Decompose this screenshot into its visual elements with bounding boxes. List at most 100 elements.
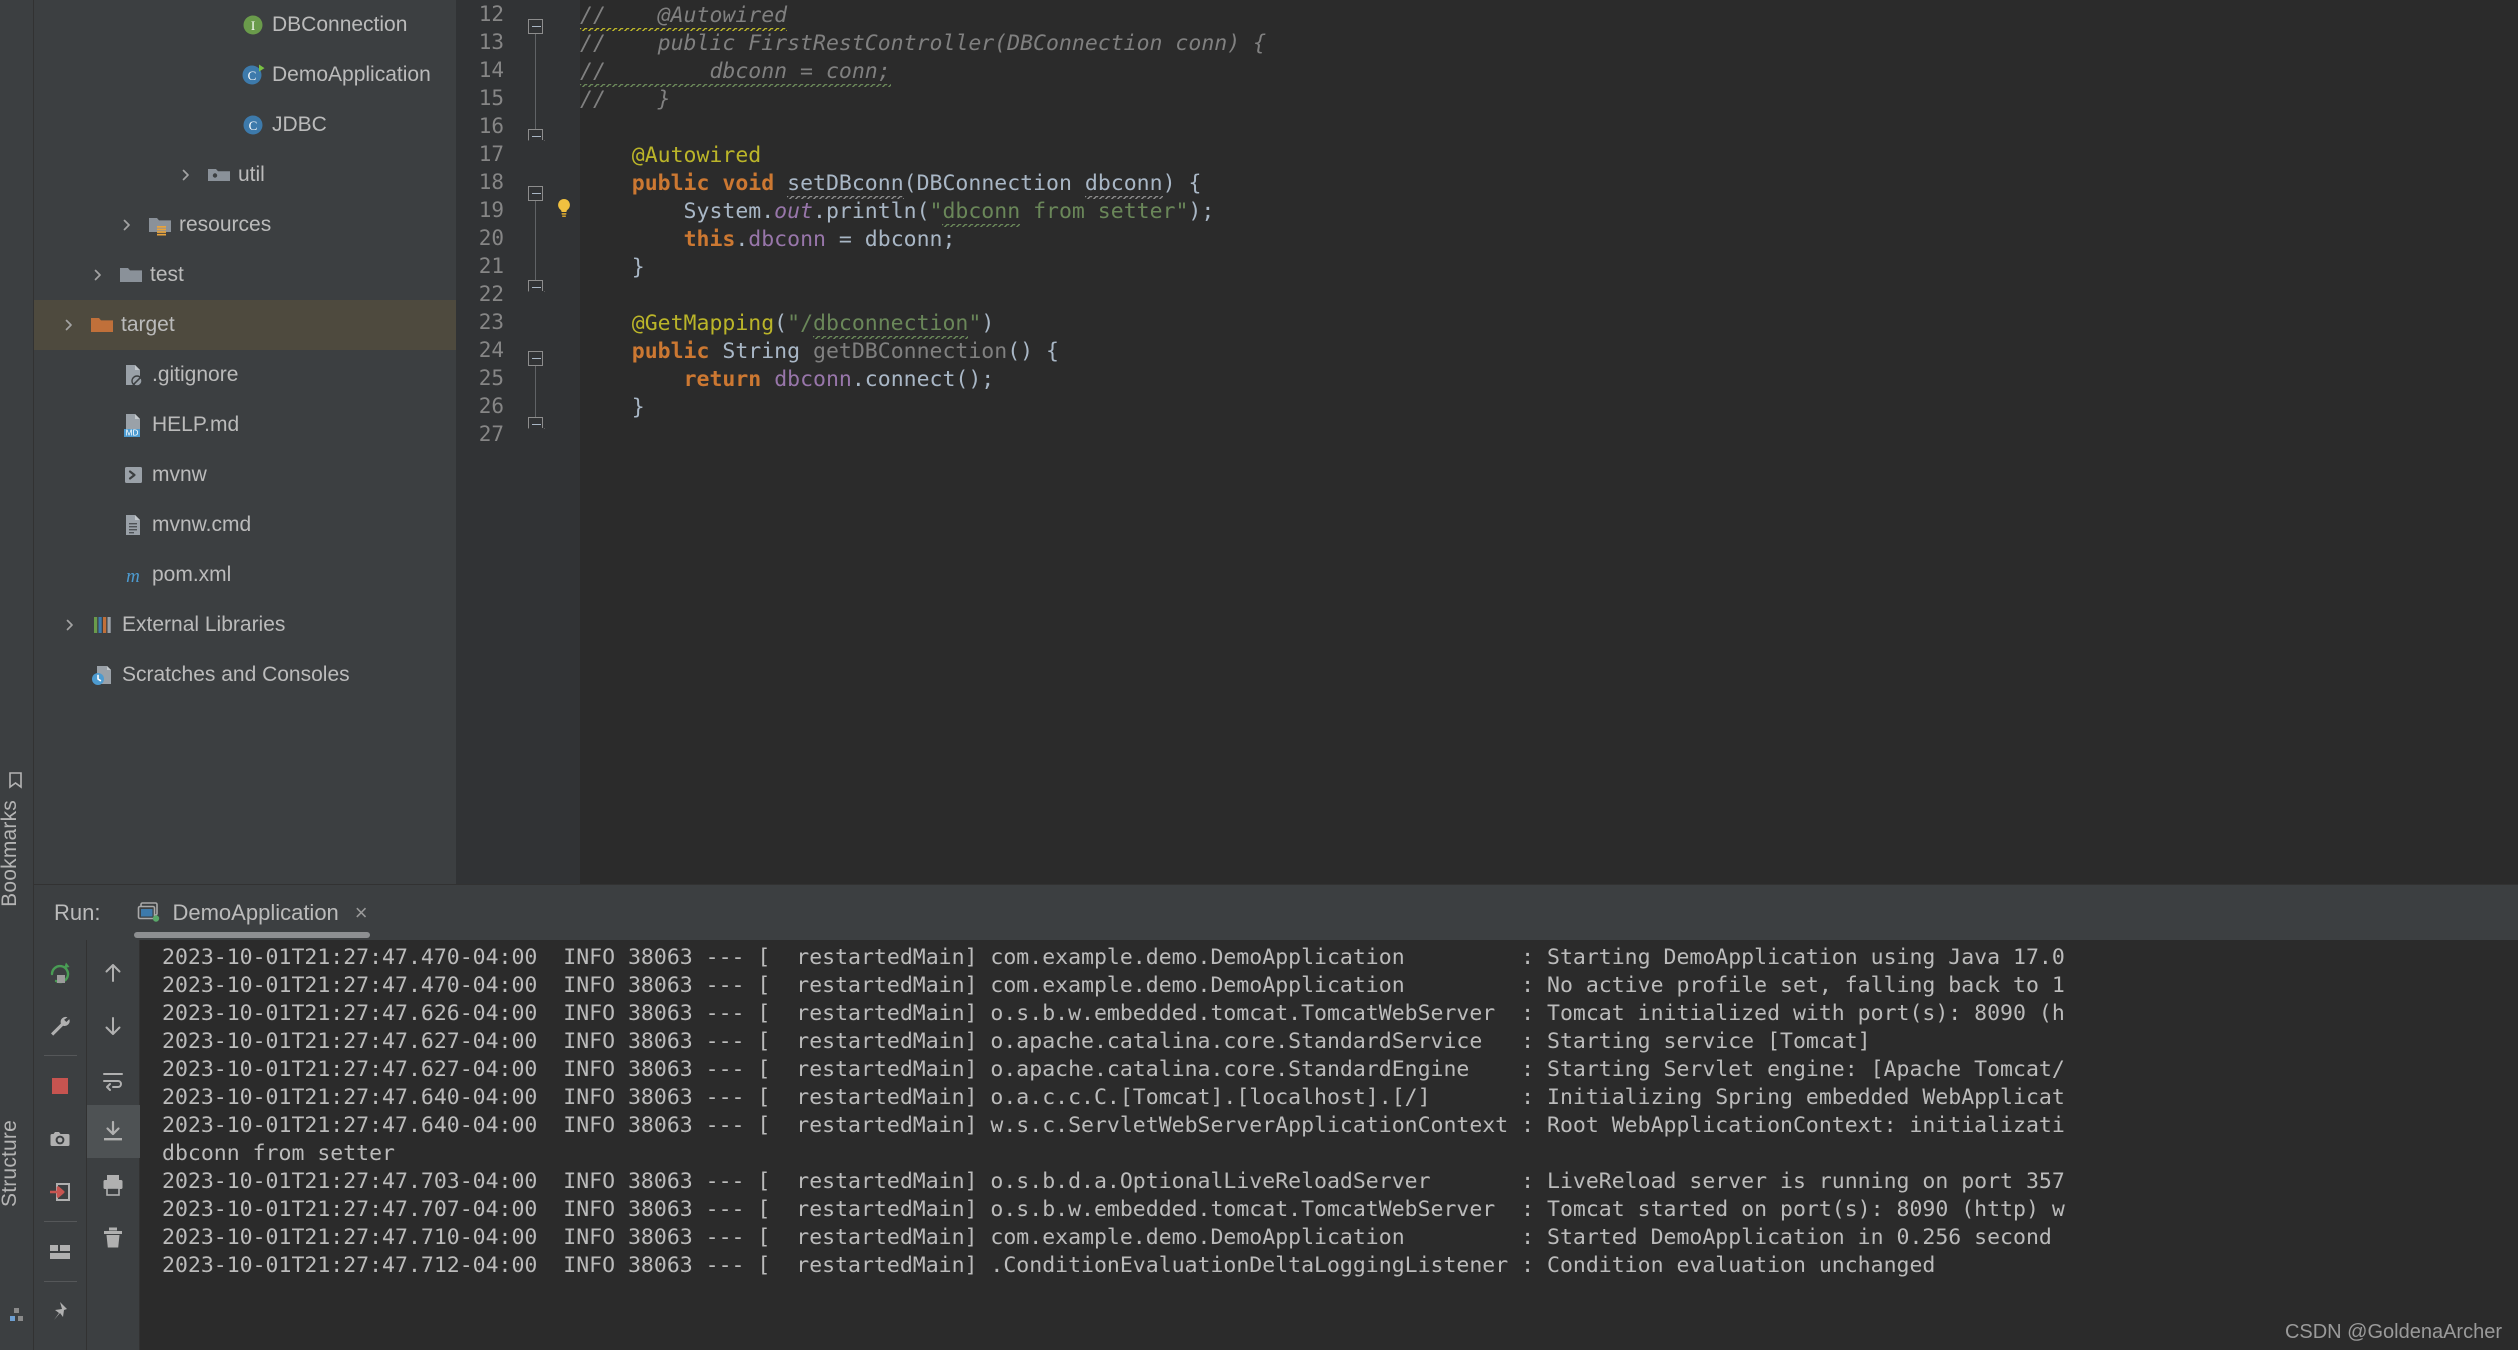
export-button[interactable] [34,1165,87,1218]
chevron-right-icon[interactable] [60,600,80,650]
intention-bulb-icon[interactable] [552,196,576,220]
code-folding-column[interactable] [522,0,548,884]
soft-wrap-button[interactable] [87,1052,140,1105]
code-token: // public FirstRestController(DBConnecti… [580,31,1267,56]
fold-collapse-icon[interactable] [528,186,543,201]
line-number: 16 [478,114,504,138]
tree-item-gitignore[interactable]: .gitignore [34,350,456,400]
line-number: 14 [478,58,504,82]
code-token: .println( [813,199,930,224]
code-token: @GetMapping [580,311,775,336]
down-arrow-button[interactable] [87,999,140,1052]
tree-item-label: target [121,313,175,336]
tree-item-pom-xml[interactable]: m pom.xml [34,550,456,600]
code-line[interactable]: return dbconn.connect(); [580,366,995,394]
code-token: dbconn [942,199,1021,227]
cmd-file-icon [120,500,146,550]
tree-item-label: Scratches and Consoles [122,663,350,686]
console-line: 2023-10-01T21:27:47.470-04:00 INFO 38063… [162,945,2065,970]
tree-item-util[interactable]: util [34,150,456,200]
code-token: DBConnection [916,171,1072,196]
console-line: 2023-10-01T21:27:47.640-04:00 INFO 38063… [162,1113,2065,1138]
target-folder-icon [89,300,115,350]
fold-end-icon[interactable] [528,417,543,428]
fold-end-icon[interactable] [528,280,543,291]
code-token: getDBConnection [813,339,1008,364]
run-tool-window: Run: DemoApplication × 2023-10-01T21:27:… [34,884,2518,1350]
code-editor[interactable]: 12 13 14 15 16 17 18 19 20 21 22 23 24 25 26 27 [456,0,2518,884]
pin-button[interactable] [34,1285,87,1338]
rerun-button[interactable] [34,946,87,999]
tree-item-dbconnection[interactable]: I DBConnection [34,0,456,50]
code-line[interactable]: // } [580,86,671,114]
line-number: 21 [478,254,504,278]
line-number: 23 [478,310,504,334]
code-line[interactable]: @GetMapping("/dbconnection") [580,310,994,339]
up-arrow-button[interactable] [87,946,140,999]
close-icon[interactable]: × [355,900,368,926]
tree-item-external-libraries[interactable]: External Libraries [34,600,456,650]
run-console-output[interactable]: 2023-10-01T21:27:47.470-04:00 INFO 38063… [140,940,2518,1350]
trash-button[interactable] [87,1211,140,1264]
tree-item-mvnw-cmd[interactable]: mvnw.cmd [34,500,456,550]
tree-item-resources[interactable]: resources [34,200,456,250]
layout-button[interactable] [34,1225,87,1278]
code-line[interactable]: public void setDBconn(DBConnection dbcon… [580,170,1201,199]
code-line[interactable]: } [580,394,645,422]
camera-button[interactable] [34,1112,87,1165]
svg-text:I: I [251,18,255,33]
markdown-file-icon: MD [120,400,146,450]
code-text-area[interactable]: // @Autowired// public FirstRestControll… [580,0,2518,884]
bookmarks-icon [9,772,22,789]
code-line[interactable]: System.out.println("dbconn from setter")… [580,198,1215,227]
tree-item-target[interactable]: target [34,300,456,350]
run-tab-demoapplication[interactable]: DemoApplication × [128,885,375,941]
code-line[interactable]: this.dbconn = dbconn; [580,226,956,254]
shell-script-icon [120,450,146,500]
chevron-right-icon[interactable] [176,150,196,200]
chevron-right-icon[interactable] [88,250,108,300]
code-line[interactable]: // dbconn = conn; [580,58,891,87]
package-folder-icon [206,150,232,200]
settings-wrench-button[interactable] [34,999,87,1052]
tree-item-label: resources [179,213,272,236]
tree-item-scratches-and-consoles[interactable]: Scratches and Consoles [34,650,456,700]
left-tool-strip: Bookmarks Structure [0,0,34,1350]
bookmarks-tool-button[interactable]: Bookmarks [0,800,36,907]
structure-icon [9,1306,25,1322]
tree-item-jdbc[interactable]: C JDBC [34,100,456,150]
stop-button[interactable] [34,1059,87,1112]
fold-collapse-icon[interactable] [528,351,543,366]
tree-item-mvnw[interactable]: mvnw [34,450,456,500]
scroll-to-end-button[interactable] [86,1105,140,1158]
code-line[interactable]: @Autowired [580,142,761,170]
project-tree-panel[interactable]: I DBConnection C DemoApplication C JDBC util re… [34,0,456,884]
editor-gutter[interactable]: 12 13 14 15 16 17 18 19 20 21 22 23 24 25 26 27 [456,0,580,884]
chevron-right-icon[interactable] [59,300,79,350]
print-button[interactable] [87,1158,140,1211]
project-tree[interactable]: I DBConnection C DemoApplication C JDBC util re… [34,0,456,700]
code-line[interactable]: public String getDBConnection() { [580,338,1059,366]
fold-collapse-icon[interactable] [528,19,543,34]
code-token: .connect(); [851,367,995,392]
code-line[interactable]: } [580,254,645,282]
code-token: . [735,227,749,252]
run-label: Run: [54,899,101,925]
code-token: out [774,199,814,224]
code-token: dbconnection [813,311,969,339]
code-token: . [761,199,775,224]
code-line[interactable]: // public FirstRestController(DBConnecti… [580,30,1266,58]
tree-item-help-md[interactable]: MD HELP.md [34,400,456,450]
tree-item-test[interactable]: test [34,250,456,300]
code-token: ); [1188,199,1215,224]
code-token: return [683,367,762,392]
structure-tool-button[interactable]: Structure [0,1120,36,1207]
code-line[interactable]: // @Autowired [580,2,788,31]
fold-end-icon[interactable] [528,129,543,140]
chevron-right-icon[interactable] [117,200,137,250]
watermark-text: CSDN @GoldenaArcher [2284,1321,2502,1343]
tree-item-demoapplication[interactable]: C DemoApplication [34,50,456,100]
console-line: 2023-10-01T21:27:47.703-04:00 INFO 38063… [162,1169,2065,1194]
